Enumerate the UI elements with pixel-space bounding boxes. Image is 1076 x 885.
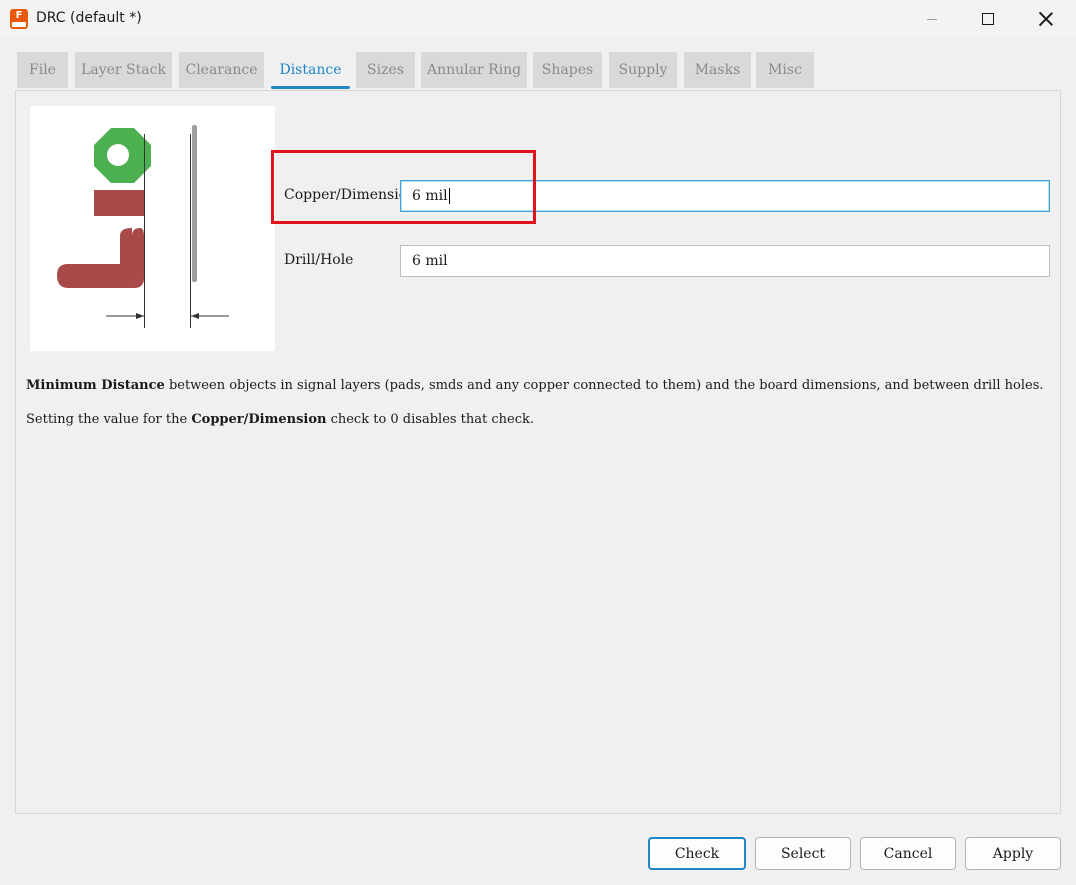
close-button[interactable] <box>1018 0 1074 38</box>
apply-button[interactable]: Apply <box>965 837 1061 870</box>
tab-annular-ring[interactable]: Annular Ring <box>421 52 527 88</box>
tab-masks[interactable]: Masks <box>684 52 751 88</box>
distance-diagram <box>30 106 275 351</box>
description-bold-term-2: Copper/Dimension <box>191 412 327 427</box>
tab-layer-stack[interactable]: Layer Stack <box>75 52 172 88</box>
maximize-icon <box>982 13 994 25</box>
distance-illustration-icon <box>57 125 229 328</box>
copper-dimension-input[interactable]: 6 mil <box>400 180 1050 212</box>
tab-misc[interactable]: Misc <box>756 52 814 88</box>
minimize-button[interactable] <box>904 0 960 38</box>
description-text-end: check to 0 disables that check. <box>326 412 535 427</box>
tab-sizes[interactable]: Sizes <box>356 52 415 88</box>
drill-hole-label: Drill/Hole <box>284 252 354 268</box>
tab-file[interactable]: File <box>17 52 68 88</box>
app-logo-icon: F <box>10 9 28 29</box>
description-line-1: Minimum Distance between objects in sign… <box>26 378 1044 393</box>
text-caret <box>448 188 450 204</box>
description-text: between objects in signal layers (pads, … <box>164 378 1044 393</box>
description-bold-term: Minimum Distance <box>26 378 165 393</box>
minimize-icon <box>927 18 937 20</box>
tab-distance[interactable]: Distance <box>271 52 350 89</box>
description-text-start: Setting the value for the <box>26 412 192 427</box>
drill-hole-input[interactable]: 6 mil <box>400 245 1050 277</box>
close-icon <box>1039 12 1053 26</box>
tab-clearance[interactable]: Clearance <box>179 52 264 88</box>
maximize-button[interactable] <box>960 0 1016 38</box>
app-logo-letter: F <box>15 10 23 21</box>
cancel-button[interactable]: Cancel <box>860 837 956 870</box>
window-title: DRC (default *) <box>36 10 142 26</box>
copper-dimension-label: Copper/Dimension <box>284 187 417 203</box>
select-button[interactable]: Select <box>755 837 851 870</box>
description-line-2: Setting the value for the Copper/Dimensi… <box>26 412 534 427</box>
title-bar: F DRC (default *) <box>0 0 1076 38</box>
tab-supply[interactable]: Supply <box>609 52 677 88</box>
check-button[interactable]: Check <box>648 837 746 870</box>
tab-shapes[interactable]: Shapes <box>533 52 602 88</box>
copper-dimension-value: 6 mil <box>412 188 448 204</box>
drill-hole-value: 6 mil <box>412 253 448 269</box>
